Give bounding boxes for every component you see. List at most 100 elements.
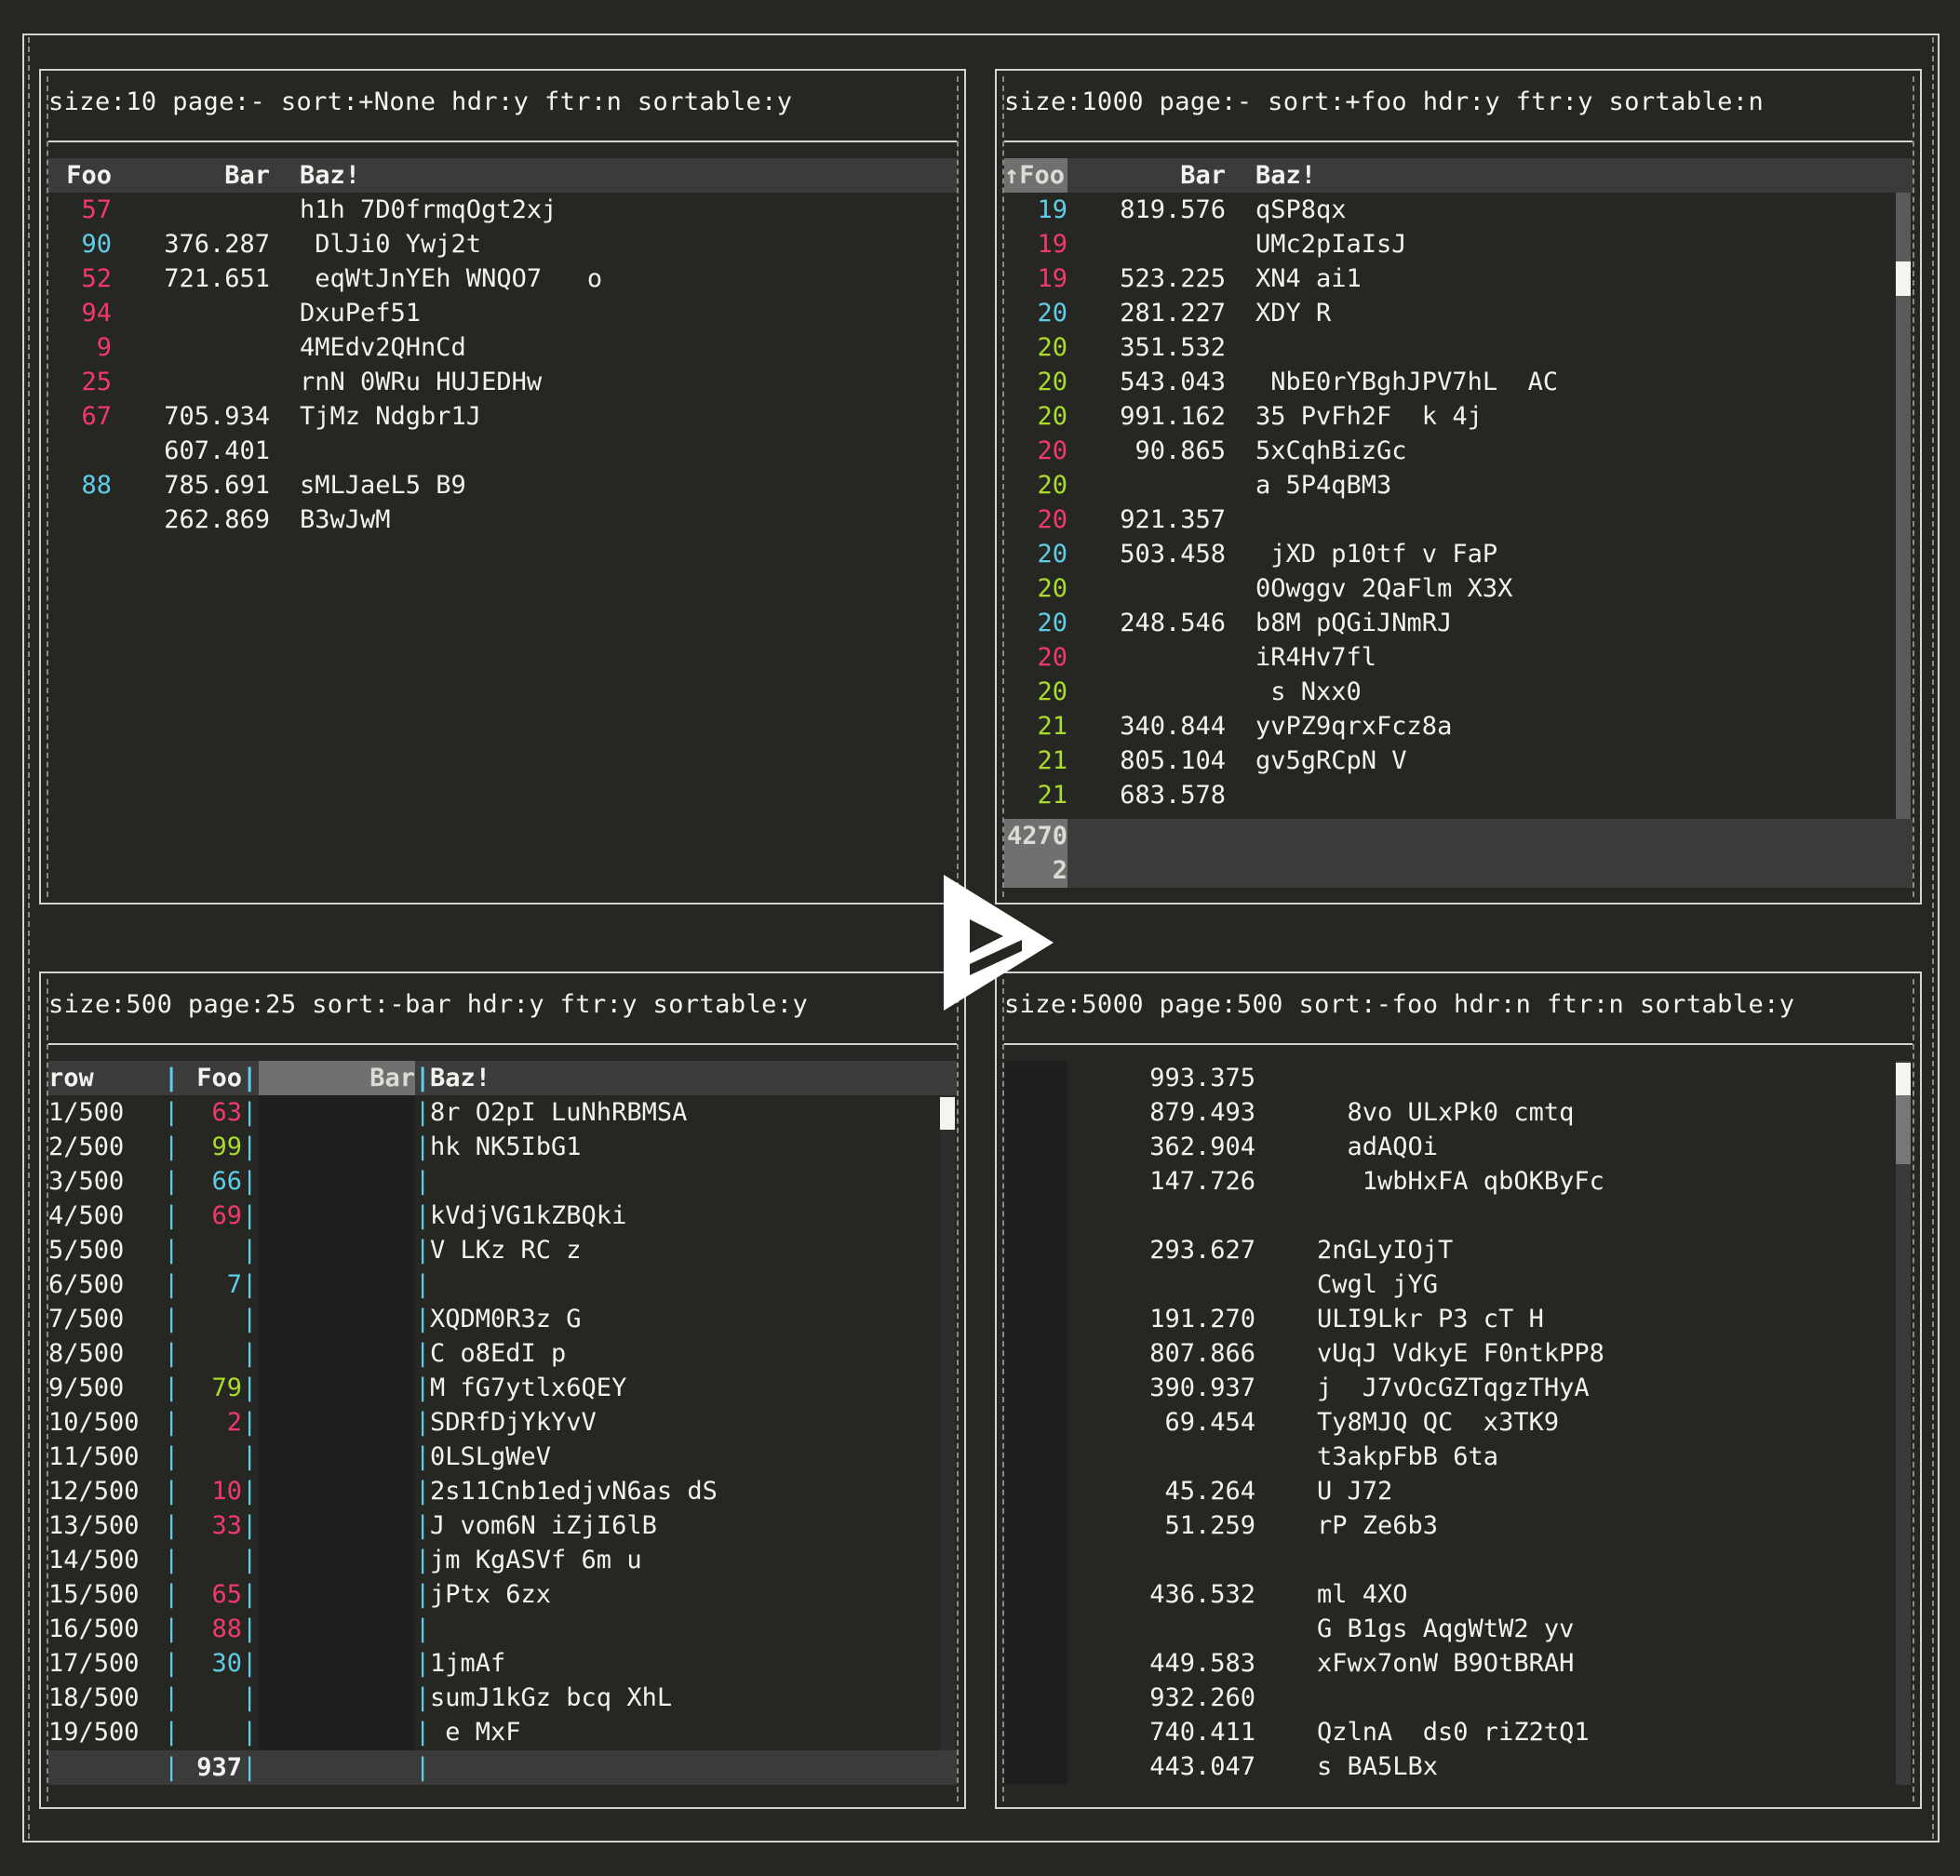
table-row[interactable]: 21 683.578 <box>1004 778 1913 812</box>
table-row[interactable]: 6/500 | 7 | | <box>48 1267 957 1302</box>
cell-baz: jXD p10tf v FaP <box>1255 540 1498 569</box>
table-row[interactable]: G B1gs AqgWtW2 yv <box>1004 1612 1913 1646</box>
table-row[interactable]: 20 0Owggv 2QaFlm X3X <box>1004 571 1913 606</box>
table-row[interactable]: 2/500 | 99 | | hk NK5IbG1 <box>48 1130 957 1164</box>
header-bar[interactable]: Bar <box>141 158 270 193</box>
table-row[interactable]: 94 DxuPef51 <box>48 296 957 330</box>
scrollbar-thumb[interactable] <box>1896 261 1911 296</box>
cell-foo: 63 <box>211 1098 242 1127</box>
table-row[interactable]: 12/500 | 10 | | 2s11Cnb1edjvN6as dS <box>48 1474 957 1508</box>
table-row[interactable]: 8/500 | | | C o8EdI p <box>48 1336 957 1371</box>
header-foo-sorted[interactable]: ↑Foo <box>1004 158 1067 193</box>
table-row[interactable] <box>1004 1543 1913 1577</box>
table-row[interactable]: 5/500 | | | V LKz RC z <box>48 1233 957 1267</box>
table-row[interactable]: 18/500 | | | sumJ1kGz bcq XhL <box>48 1681 957 1715</box>
header-baz[interactable]: Baz! <box>300 158 360 193</box>
table-row[interactable]: 90 376.287 DlJi0 Ywj2t <box>48 227 957 261</box>
table-row[interactable]: 147.726 1wbHxFA qbOKByFc <box>1004 1164 1913 1199</box>
table-row[interactable]: 21 805.104 gv5gRCpN V <box>1004 744 1913 778</box>
scrollbar-thumb[interactable] <box>1896 1063 1911 1095</box>
column-separator: | <box>164 1683 180 1712</box>
table-row[interactable]: 191.270 ULI9Lkr P3 cT H <box>1004 1302 1913 1336</box>
header-bar[interactable]: Bar <box>1097 158 1226 193</box>
table-row[interactable]: 20 iR4Hv7fl <box>1004 640 1913 675</box>
table-row[interactable]: 993.375 <box>1004 1061 1913 1095</box>
table-row[interactable]: 16/500 | 88 | | <box>48 1612 957 1646</box>
cell-foo: 20 <box>1037 574 1067 603</box>
table-row[interactable]: 10/500 | 2 | | SDRfDjYkYvV <box>48 1405 957 1440</box>
column-separator: | <box>242 1683 258 1712</box>
table-row[interactable]: 20 921.357 <box>1004 502 1913 537</box>
cell-foo: 94 <box>81 299 112 328</box>
table-row[interactable]: 88 785.691 sMLJaeL5 B9 <box>48 468 957 502</box>
table-row[interactable]: 262.869 B3wJwM <box>48 502 957 537</box>
table-row[interactable]: 45.264 U J72 <box>1004 1474 1913 1508</box>
table-row[interactable]: 1/500 | 63 | | 8r O2pI LuNhRBMSA <box>48 1095 957 1130</box>
table-row[interactable]: 740.411 QzlnA ds0 riZ2tQ1 <box>1004 1715 1913 1749</box>
cell-bar: 543.043 <box>1120 368 1226 396</box>
cell-bar: 69.454 <box>1164 1408 1255 1437</box>
table-row[interactable]: 20 s Nxx0 <box>1004 675 1913 709</box>
table-row[interactable]: 607.401 <box>48 434 957 468</box>
table-row[interactable]: 20 503.458 jXD p10tf v FaP <box>1004 537 1913 571</box>
table-row[interactable]: 9/500 | 79 | | M fG7ytlx6QEY <box>48 1371 957 1405</box>
scrollbar-track[interactable] <box>1896 1061 1911 1785</box>
table-row[interactable]: 436.532 ml 4XO <box>1004 1577 1913 1612</box>
table-row[interactable]: 67 705.934 TjMz Ndgbr1J <box>48 399 957 434</box>
table-row[interactable]: 20 248.546 b8M pQGiJNmRJ <box>1004 606 1913 640</box>
table-row[interactable]: 20 281.227 XDY R <box>1004 296 1913 330</box>
table-row[interactable]: 20 351.532 <box>1004 330 1913 365</box>
table-row[interactable]: 20 a 5P4qBM3 <box>1004 468 1913 502</box>
table-row[interactable]: 19 523.225 XN4 ai1 <box>1004 261 1913 296</box>
table-row[interactable]: 25 rnN 0WRu HUJEDHw <box>48 365 957 399</box>
table-row[interactable]: 879.493 8vo ULxPk0 cmtq <box>1004 1095 1913 1130</box>
column-separator: | <box>415 1477 431 1506</box>
table-row[interactable]: 57 h1h 7D0frmqOgt2xj <box>48 193 957 227</box>
table-row[interactable]: 20 90.865 5xCqhBizGc <box>1004 434 1913 468</box>
scrollbar-thumb[interactable] <box>940 1097 955 1130</box>
cell-foo: 20 <box>1037 677 1067 706</box>
table-row[interactable]: 293.627 2nGLyIOjT <box>1004 1233 1913 1267</box>
table-row[interactable]: 19 UMc2pIaIsJ <box>1004 227 1913 261</box>
table-row[interactable]: 14/500 | | | jm KgASVf 6m u <box>48 1543 957 1577</box>
table-row[interactable]: 390.937 j J7vOcGZTqgzTHyA <box>1004 1371 1913 1405</box>
table-row[interactable]: 13/500 | 33 | | J vom6N iZjI6lB <box>48 1508 957 1543</box>
table-row[interactable]: 443.047 s BA5LBx <box>1004 1749 1913 1784</box>
table-row[interactable]: 20 543.043 NbE0rYBghJPV7hL AC <box>1004 365 1913 399</box>
column-separator: | <box>164 1270 180 1299</box>
table-row[interactable]: 19 819.576 qSP8qx <box>1004 193 1913 227</box>
table-row[interactable]: 15/500 | 65 | | jPtx 6zx <box>48 1577 957 1612</box>
table-row[interactable]: Cwgl jYG <box>1004 1267 1913 1302</box>
cell-foo: 20 <box>1037 402 1067 431</box>
table-row[interactable]: 9 4MEdv2QHnCd <box>48 330 957 365</box>
table-row[interactable]: 20 991.162 35 PvFh2F k 4j <box>1004 399 1913 434</box>
header-foo[interactable]: Foo <box>48 158 112 193</box>
table-row[interactable]: 17/500 | 30 | | 1jmAf <box>48 1646 957 1681</box>
header-baz[interactable]: Baz! <box>1255 158 1316 193</box>
header-baz[interactable]: Baz! <box>430 1061 490 1095</box>
table-row[interactable]: 11/500 | | | 0LSLgWeV <box>48 1440 957 1474</box>
table-row[interactable]: 3/500 | 66 | | <box>48 1164 957 1199</box>
table-row[interactable]: 21 340.844 yvPZ9qrxFcz8a <box>1004 709 1913 744</box>
header-bar-sorted[interactable]: Bar <box>259 1061 415 1095</box>
table-row[interactable]: t3akpFbB 6ta <box>1004 1440 1913 1474</box>
table-row[interactable]: 4/500 | 69 | | kVdjVG1kZBQki <box>48 1199 957 1233</box>
cell-foo: 2 <box>226 1408 242 1437</box>
table-row[interactable]: 932.260 <box>1004 1681 1913 1715</box>
table-row[interactable]: 807.866 vUqJ VdkyE F0ntkPP8 <box>1004 1336 1913 1371</box>
table-row[interactable] <box>1004 1199 1913 1233</box>
column-separator: | <box>415 1201 431 1230</box>
header-foo[interactable]: Foo <box>179 1061 242 1095</box>
cell-baz: NbE0rYBghJPV7hL AC <box>1255 368 1559 396</box>
table-row[interactable]: 19/500 | | | e MxF <box>48 1715 957 1749</box>
scrollbar-track[interactable] <box>940 1095 955 1750</box>
table-row[interactable]: 7/500 | | | XQDM0R3z G <box>48 1302 957 1336</box>
table-row[interactable]: 69.454 Ty8MJQ QC x3TK9 <box>1004 1405 1913 1440</box>
header-row-num[interactable]: row <box>48 1061 158 1095</box>
cell-baz: 5xCqhBizGc <box>1255 436 1407 465</box>
table-row[interactable]: 449.583 xFwx7onW B9OtBRAH <box>1004 1646 1913 1681</box>
table-row[interactable]: 51.259 rP Ze6b3 <box>1004 1508 1913 1543</box>
table-row[interactable]: 362.904 adAQOi <box>1004 1130 1913 1164</box>
table-row[interactable]: 52 721.651 eqWtJnYEh WNQO7 o <box>48 261 957 296</box>
cell-foo: 69 <box>211 1201 242 1230</box>
